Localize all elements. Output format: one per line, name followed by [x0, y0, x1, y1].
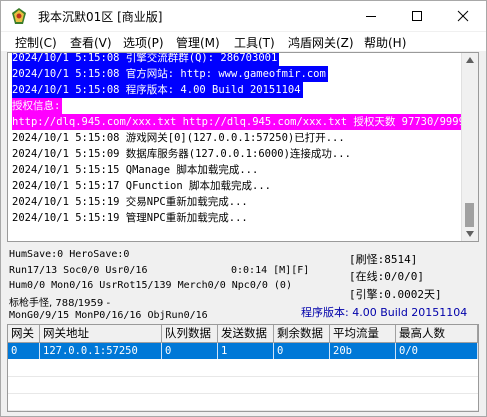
- log-line: 2024/10/1 5:15:08 游戏网关[0](127.0.0.1:5725…: [12, 132, 345, 144]
- empty-row: [8, 377, 478, 394]
- program-version: 程序版本: 4.00 Build 20151104: [301, 306, 468, 319]
- table-row[interactable]: 0 127.0.0.1:57250 0 1 0 20b 0/0: [8, 343, 478, 359]
- engine-days: [引擎:0.0002天]: [349, 288, 442, 301]
- status-mong: MonG0/9/15 MonP0/16/16 ObjRun0/16: [9, 310, 208, 321]
- maximize-button[interactable]: [394, 1, 440, 31]
- minimize-icon: [366, 16, 376, 17]
- log-scrollbar[interactable]: [461, 53, 478, 241]
- status-run: Run17/13 Soc0/0 Usr0/16: [9, 265, 148, 276]
- status-monster: 标枪手怪, 788/1959 -: [9, 298, 111, 309]
- empty-row: [8, 394, 478, 411]
- cell-sent: 1: [218, 343, 274, 359]
- gateway-table: 网关 网关地址 队列数据 发送数据 剩余数据 平均流量 最高人数 0 127.0…: [7, 324, 479, 412]
- online-count: [在线:0/0/0]: [349, 270, 424, 283]
- header-remaining[interactable]: 剩余数据: [274, 325, 330, 342]
- log-line: 2024/10/1 5:15:15 QManage 脚本加载完成...: [12, 164, 259, 176]
- header-gateway[interactable]: 网关: [8, 325, 40, 342]
- scroll-thumb[interactable]: [465, 203, 474, 227]
- menu-view[interactable]: 查看(V): [70, 34, 112, 51]
- close-icon: [457, 10, 469, 22]
- cell-avg-traffic: 20b: [330, 343, 396, 359]
- menu-control[interactable]: 控制(C): [15, 34, 57, 51]
- status-hum: Hum0/0 Mon0/16 UsrRot15/139 Merch0/0 Npc…: [9, 280, 292, 291]
- window-title: 我本沉默01区 [商业版]: [38, 10, 163, 24]
- status-time: 0:0:14 [M][F]: [231, 265, 310, 276]
- log-line: 2024/10/1 5:15:19 交易NPC重新加载完成...: [12, 196, 248, 208]
- cell-gateway: 0: [8, 343, 40, 359]
- log-line: 2024/10/1 5:15:09 数据库服务器(127.0.0.1:6000)…: [12, 148, 351, 160]
- title-bar[interactable]: 我本沉默01区 [商业版]: [1, 1, 486, 31]
- log-line: 2024/10/1 5:15:08 官方网站: http: www.gameof…: [12, 66, 328, 82]
- cell-address: 127.0.0.1:57250: [40, 343, 162, 359]
- scroll-up-icon[interactable]: [466, 57, 474, 63]
- menu-options[interactable]: 选项(P): [123, 34, 164, 51]
- menu-help[interactable]: 帮助(H): [364, 34, 406, 51]
- header-sent[interactable]: 发送数据: [218, 325, 274, 342]
- empty-row: [8, 360, 478, 377]
- log-line: 2024/10/1 5:15:08 程序版本: 4.00 Build 20151…: [12, 82, 303, 98]
- main-window: 我本沉默01区 [商业版] 控制(C) 查看(V) 选项(P) 管理(M) 工具…: [0, 0, 487, 417]
- menu-gateway[interactable]: 鸿盾网关(Z): [288, 34, 354, 51]
- log-line: http://dlq.945.com/xxx.txt http://dlq.94…: [12, 114, 474, 130]
- minimize-button[interactable]: [348, 1, 394, 31]
- log-line: 2024/10/1 5:15:19 管理NPC重新加载完成...: [12, 212, 248, 224]
- menu-manage[interactable]: 管理(M): [176, 34, 220, 51]
- menu-tools[interactable]: 工具(T): [234, 34, 275, 51]
- menu-bar: 控制(C) 查看(V) 选项(P) 管理(M) 工具(T) 鸿盾网关(Z) 帮助…: [1, 32, 486, 51]
- header-address[interactable]: 网关地址: [40, 325, 162, 342]
- header-max-users[interactable]: 最高人数: [396, 325, 478, 342]
- table-header: 网关 网关地址 队列数据 发送数据 剩余数据 平均流量 最高人数: [8, 325, 478, 343]
- log-line: 授权信息:: [12, 98, 63, 114]
- cell-remaining: 0: [274, 343, 330, 359]
- log-line: 2024/10/1 5:15:08 引擎交流群群(Q): 286703001: [12, 52, 280, 66]
- cell-max-users: 0/0: [396, 343, 478, 359]
- cell-queue: 0: [162, 343, 218, 359]
- log-line: 2024/10/1 5:15:17 QFunction 脚本加载完成...: [12, 180, 271, 192]
- header-avg-traffic[interactable]: 平均流量: [330, 325, 396, 342]
- header-queue[interactable]: 队列数据: [162, 325, 218, 342]
- app-icon: [12, 8, 26, 24]
- close-button[interactable]: [440, 1, 486, 31]
- scroll-down-icon[interactable]: [466, 231, 474, 237]
- refresh-count: [刷怪:8514]: [349, 253, 418, 266]
- maximize-icon: [412, 11, 422, 21]
- log-panel[interactable]: 2024/10/1 5:15:08 引擎交流群群(Q): 286703001 20…: [7, 52, 479, 242]
- status-save: HumSave:0 HeroSave:0: [9, 249, 130, 260]
